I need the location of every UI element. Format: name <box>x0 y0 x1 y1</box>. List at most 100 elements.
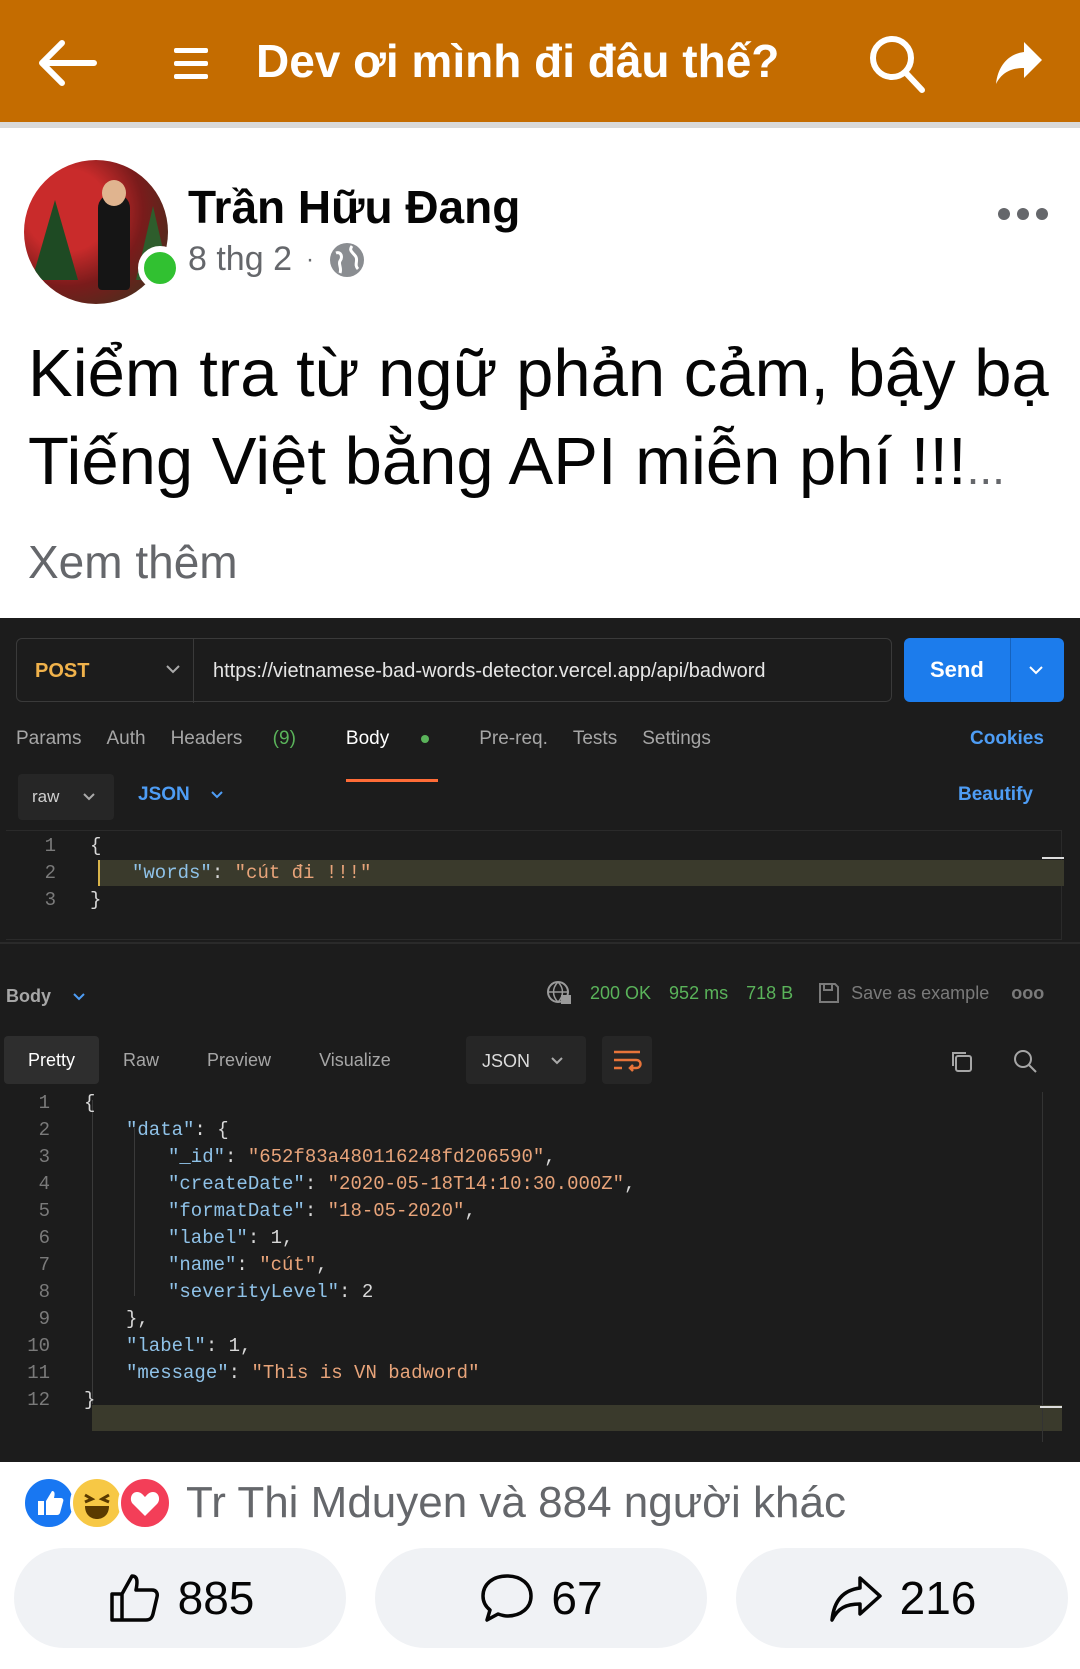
send-button: Send <box>904 638 1064 702</box>
line-number: 10 <box>27 1335 50 1357</box>
top-app-bar: Dev ơi mình đi đâu thế? <box>0 0 1080 128</box>
json-punct: : 1, <box>205 1335 252 1357</box>
request-url: https://vietnamese-bad-words-detector.ve… <box>213 660 766 682</box>
http-method: POST <box>35 660 90 682</box>
tab-preview: Preview <box>207 1050 272 1070</box>
search-icon <box>1014 1050 1037 1073</box>
json-key: "createDate" <box>168 1173 305 1195</box>
code-line: "formatDate": "18-05-2020", <box>168 1200 476 1222</box>
post-date[interactable]: 8 thg 2 <box>188 240 292 279</box>
code-line: "words": "cút đi !!!" <box>132 862 371 884</box>
tab-params: Params <box>16 728 82 749</box>
wrap-lines-icon <box>614 1050 642 1072</box>
json-punct: { <box>84 1092 96 1114</box>
json-key: "data" <box>126 1119 195 1141</box>
code-line: } <box>84 1389 95 1411</box>
menu-icon[interactable] <box>172 44 212 84</box>
headers-count: (9) <box>272 728 296 749</box>
response-body-label: Body <box>6 986 51 1006</box>
haha-icon <box>70 1476 124 1530</box>
line-number: 2 <box>44 862 56 884</box>
share-button[interactable]: 216 <box>736 1548 1068 1648</box>
json-punct: : { <box>194 1119 229 1141</box>
wrap-lines-button <box>602 1036 652 1084</box>
json-punct: , <box>464 1200 476 1222</box>
chevron-down-icon <box>73 993 85 1001</box>
code-line: "_id": "652f83a480116248fd206590", <box>168 1146 556 1168</box>
response-time: 952 ms <box>669 982 729 1003</box>
like-count: 885 <box>177 1572 255 1624</box>
json-key: "name" <box>168 1254 237 1276</box>
reactions-summary[interactable]: Tr Thi Mduyen và 884 người khác <box>22 1476 846 1530</box>
json-punct: , <box>624 1173 636 1195</box>
line-number: 3 <box>38 1146 50 1168</box>
chevron-down-icon <box>83 793 95 801</box>
json-key: "message" <box>126 1362 229 1384</box>
search-icon[interactable] <box>868 34 926 94</box>
json-punct: : <box>304 1200 328 1222</box>
tab-tests: Tests <box>572 728 618 749</box>
body-mode-select: raw <box>18 774 114 820</box>
tab-prereq: Pre-req. <box>479 728 548 749</box>
json-value: "652f83a480116248fd206590" <box>247 1146 545 1168</box>
response-size: 718 B <box>746 982 794 1003</box>
code-line: "label": 1, <box>126 1335 251 1357</box>
body-mode-label: raw <box>32 787 60 806</box>
json-punct: } <box>84 1389 96 1411</box>
line-number: 2 <box>38 1119 50 1141</box>
like-button[interactable]: 885 <box>14 1548 346 1648</box>
tab-auth: Auth <box>106 728 146 749</box>
share-icon[interactable] <box>994 40 1044 86</box>
love-icon <box>118 1476 172 1530</box>
json-punct: : <box>228 1362 252 1384</box>
line-number: 12 <box>27 1389 50 1411</box>
json-key: "_id" <box>168 1146 226 1168</box>
more-options-icon[interactable] <box>996 206 1050 222</box>
reactions-text[interactable]: Tr Thi Mduyen và 884 người khác <box>186 1478 846 1528</box>
tab-body-label: Body <box>345 728 390 749</box>
post-meta: 8 thg 2 · <box>188 240 366 279</box>
json-value: "cút" <box>259 1254 317 1276</box>
json-punct: , <box>544 1146 556 1168</box>
comment-count: 67 <box>551 1572 603 1624</box>
author-name[interactable]: Trần Hữu Đang <box>188 180 520 234</box>
code-line: } <box>90 889 102 911</box>
line-number: 1 <box>38 1092 50 1114</box>
copy-icon <box>952 1052 972 1072</box>
request-tabs: Params Auth Headers (9) Body Pre-req. Te… <box>16 728 736 782</box>
code-line: "message": "This is VN badword" <box>126 1362 479 1384</box>
back-arrow-icon[interactable] <box>36 38 98 88</box>
chevron-down-icon <box>1029 666 1043 675</box>
group-title[interactable]: Dev ơi mình đi đâu thế? <box>256 34 779 88</box>
tab-raw: Raw <box>123 1050 160 1070</box>
json-key: "formatDate" <box>168 1200 305 1222</box>
code-line: "name": "cút", <box>168 1254 328 1276</box>
globe-lock-icon <box>547 981 571 1004</box>
send-label: Send <box>930 657 984 682</box>
json-punct: : <box>304 1173 328 1195</box>
json-key: "severityLevel" <box>168 1281 340 1303</box>
postman-screenshot[interactable]: POST https://vietnamese-bad-words-detect… <box>0 618 1080 1462</box>
code-line: "severityLevel": 2 <box>168 1281 373 1303</box>
online-status-dot <box>138 246 182 290</box>
code-line: { <box>84 1092 95 1114</box>
comment-button[interactable]: 67 <box>375 1548 707 1648</box>
share-count: 216 <box>899 1572 977 1624</box>
comment-icon <box>481 1574 534 1622</box>
response-format-select: JSON <box>466 1036 586 1084</box>
save-icon <box>819 983 840 1003</box>
tab-visualize: Visualize <box>319 1050 391 1070</box>
line-number: 6 <box>38 1227 50 1249</box>
json-sep: : <box>211 862 235 884</box>
line-number: 3 <box>44 889 56 911</box>
share-arrow-icon <box>829 1576 882 1622</box>
json-punct: , <box>316 1254 328 1276</box>
request-body-editor: 1 { 2 "words": "cút đi !!!" 3 } <box>6 830 1064 940</box>
chevron-down-icon <box>211 791 223 799</box>
code-line: "createDate": "2020-05-18T14:10:30.000Z"… <box>168 1173 636 1195</box>
line-number: 11 <box>27 1362 50 1384</box>
line-number: 9 <box>38 1308 50 1330</box>
tab-headers-label: Headers <box>170 728 243 749</box>
json-punct: : <box>236 1254 260 1276</box>
more-response-options: ooo <box>1011 982 1045 1003</box>
